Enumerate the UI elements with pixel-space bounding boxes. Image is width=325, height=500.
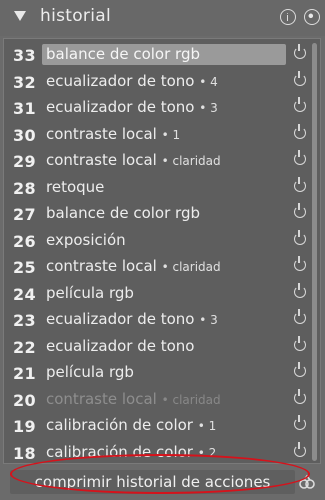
power-icon[interactable] xyxy=(294,150,306,165)
history-item-label[interactable]: balance de color rgb xyxy=(42,44,286,65)
history-item-33[interactable]: 33 balance de color rgb xyxy=(4,42,306,69)
power-icon[interactable] xyxy=(294,415,306,430)
history-item-22[interactable]: 22 ecualizador de tono xyxy=(4,334,306,361)
power-icon[interactable] xyxy=(294,176,306,192)
history-item-instance: • 2 xyxy=(197,445,217,460)
history-item-32[interactable]: 32 ecualizador de tono • 4 xyxy=(4,69,306,96)
scrollbar[interactable] xyxy=(312,43,317,461)
history-item-module: retoque xyxy=(46,177,105,196)
history-item-number: 33 xyxy=(13,46,37,65)
info-icon[interactable] xyxy=(280,9,296,25)
power-icon[interactable] xyxy=(294,441,306,457)
history-item-module: ecualizador de tono xyxy=(46,98,195,116)
history-item-number: 29 xyxy=(13,152,37,171)
history-item-23[interactable]: 23 ecualizador de tono • 3 xyxy=(4,307,306,334)
history-item-module: calibración de color xyxy=(46,416,193,434)
history-item-18[interactable]: 18 calibración de color • 2 xyxy=(4,440,306,467)
history-item-27[interactable]: 27 balance de color rgb xyxy=(4,201,306,228)
history-item-module: ecualizador de tono xyxy=(46,71,195,90)
history-item-module: balance de color rgb xyxy=(46,45,200,63)
history-item-number: 19 xyxy=(13,417,37,436)
power-icon[interactable] xyxy=(294,335,306,351)
power-icon[interactable] xyxy=(294,229,306,245)
history-item-30[interactable]: 30 contraste local • 1 xyxy=(4,122,306,149)
history-item-module: contraste local xyxy=(46,151,157,169)
power-icon[interactable] xyxy=(294,70,306,86)
history-item-label[interactable]: contraste local • claridad xyxy=(42,389,286,410)
history-item-instance: • 3 xyxy=(199,313,218,327)
history-item-label[interactable]: exposición xyxy=(42,230,286,251)
history-item-instance: • claridad xyxy=(161,392,221,407)
history-item-module: contraste local xyxy=(46,257,157,275)
power-icon[interactable] xyxy=(294,256,306,271)
history-item-label[interactable]: ecualizador de tono • 3 xyxy=(42,309,286,330)
history-item-19[interactable]: 19 calibración de color • 1 xyxy=(4,413,306,440)
history-item-module: ecualizador de tono xyxy=(46,336,195,355)
history-item-number: 26 xyxy=(13,231,37,251)
power-icon[interactable] xyxy=(294,282,306,298)
history-item-20[interactable]: 20 contraste local • claridad xyxy=(4,387,306,414)
history-item-module: película rgb xyxy=(46,363,134,381)
history-item-28[interactable]: 28 retoque xyxy=(4,175,306,202)
history-item-label[interactable]: ecualizador de tono xyxy=(42,336,286,357)
panel-title: historial xyxy=(40,6,111,26)
history-item-number: 30 xyxy=(13,125,37,145)
history-item-31[interactable]: 31 ecualizador de tono • 3 xyxy=(4,95,306,122)
reset-icon[interactable] xyxy=(298,474,316,490)
history-item-29[interactable]: 29 contraste local • claridad xyxy=(4,148,306,175)
history-item-number: 25 xyxy=(13,258,37,277)
history-item-module: ecualizador de tono xyxy=(46,310,195,328)
power-icon[interactable] xyxy=(294,388,306,404)
history-item-label[interactable]: calibración de color • 1 xyxy=(42,415,286,436)
presets-icon[interactable] xyxy=(304,9,320,25)
history-item-instance: • 4 xyxy=(199,74,218,89)
power-icon[interactable] xyxy=(294,203,306,218)
history-item-label[interactable]: balance de color rgb xyxy=(42,203,286,224)
history-item-module: exposición xyxy=(46,230,126,249)
history-item-number: 32 xyxy=(13,72,37,92)
history-header[interactable]: historial xyxy=(0,0,325,36)
history-item-24[interactable]: 24 película rgb xyxy=(4,281,306,308)
history-item-module: contraste local xyxy=(46,389,157,408)
power-icon[interactable] xyxy=(294,309,306,324)
history-item-label[interactable]: película rgb xyxy=(42,283,286,304)
history-item-number: 31 xyxy=(13,99,37,118)
history-item-module: película rgb xyxy=(46,283,134,302)
power-icon[interactable] xyxy=(294,123,306,139)
history-list-panel[interactable]: 33 balance de color rgb 32 ecualizador de t… xyxy=(3,38,321,464)
history-item-instance: • claridad xyxy=(161,154,221,168)
history-item-number: 18 xyxy=(13,443,37,463)
power-icon[interactable] xyxy=(294,362,306,377)
history-item-module: balance de color rgb xyxy=(46,204,200,222)
history-item-module: calibración de color xyxy=(46,442,193,461)
history-item-instance: • 3 xyxy=(199,101,218,115)
history-item-number: 28 xyxy=(13,178,37,198)
history-item-number: 21 xyxy=(13,364,37,383)
history-item-module: contraste local xyxy=(46,124,157,143)
history-item-26[interactable]: 26 exposición xyxy=(4,228,306,255)
history-item-instance: • 1 xyxy=(197,419,217,433)
power-icon[interactable] xyxy=(294,44,306,59)
power-icon[interactable] xyxy=(294,97,306,112)
history-item-label[interactable]: contraste local • 1 xyxy=(42,124,286,145)
history-item-number: 27 xyxy=(13,205,37,224)
history-item-label[interactable]: película rgb xyxy=(42,362,286,383)
history-item-instance: • claridad xyxy=(161,260,221,274)
history-item-label[interactable]: contraste local • claridad xyxy=(42,150,286,171)
history-item-number: 24 xyxy=(13,284,37,304)
history-item-instance: • 1 xyxy=(161,127,181,142)
history-item-label[interactable]: calibración de color • 2 xyxy=(42,442,286,463)
history-item-label[interactable]: ecualizador de tono • 4 xyxy=(42,71,286,92)
history-item-label[interactable]: contraste local • claridad xyxy=(42,256,286,277)
collapse-triangle-icon[interactable] xyxy=(14,11,26,21)
history-item-number: 20 xyxy=(13,390,37,410)
history-item-label[interactable]: retoque xyxy=(42,177,286,198)
compress-history-button[interactable]: comprimir historial de acciones xyxy=(10,470,295,494)
history-item-number: 23 xyxy=(13,311,37,330)
history-item-number: 22 xyxy=(13,337,37,357)
history-item-25[interactable]: 25 contraste local • claridad xyxy=(4,254,306,281)
history-item-label[interactable]: ecualizador de tono • 3 xyxy=(42,97,286,118)
history-item-21[interactable]: 21 película rgb xyxy=(4,360,306,387)
history-list: 33 balance de color rgb 32 ecualizador de t… xyxy=(4,42,306,466)
